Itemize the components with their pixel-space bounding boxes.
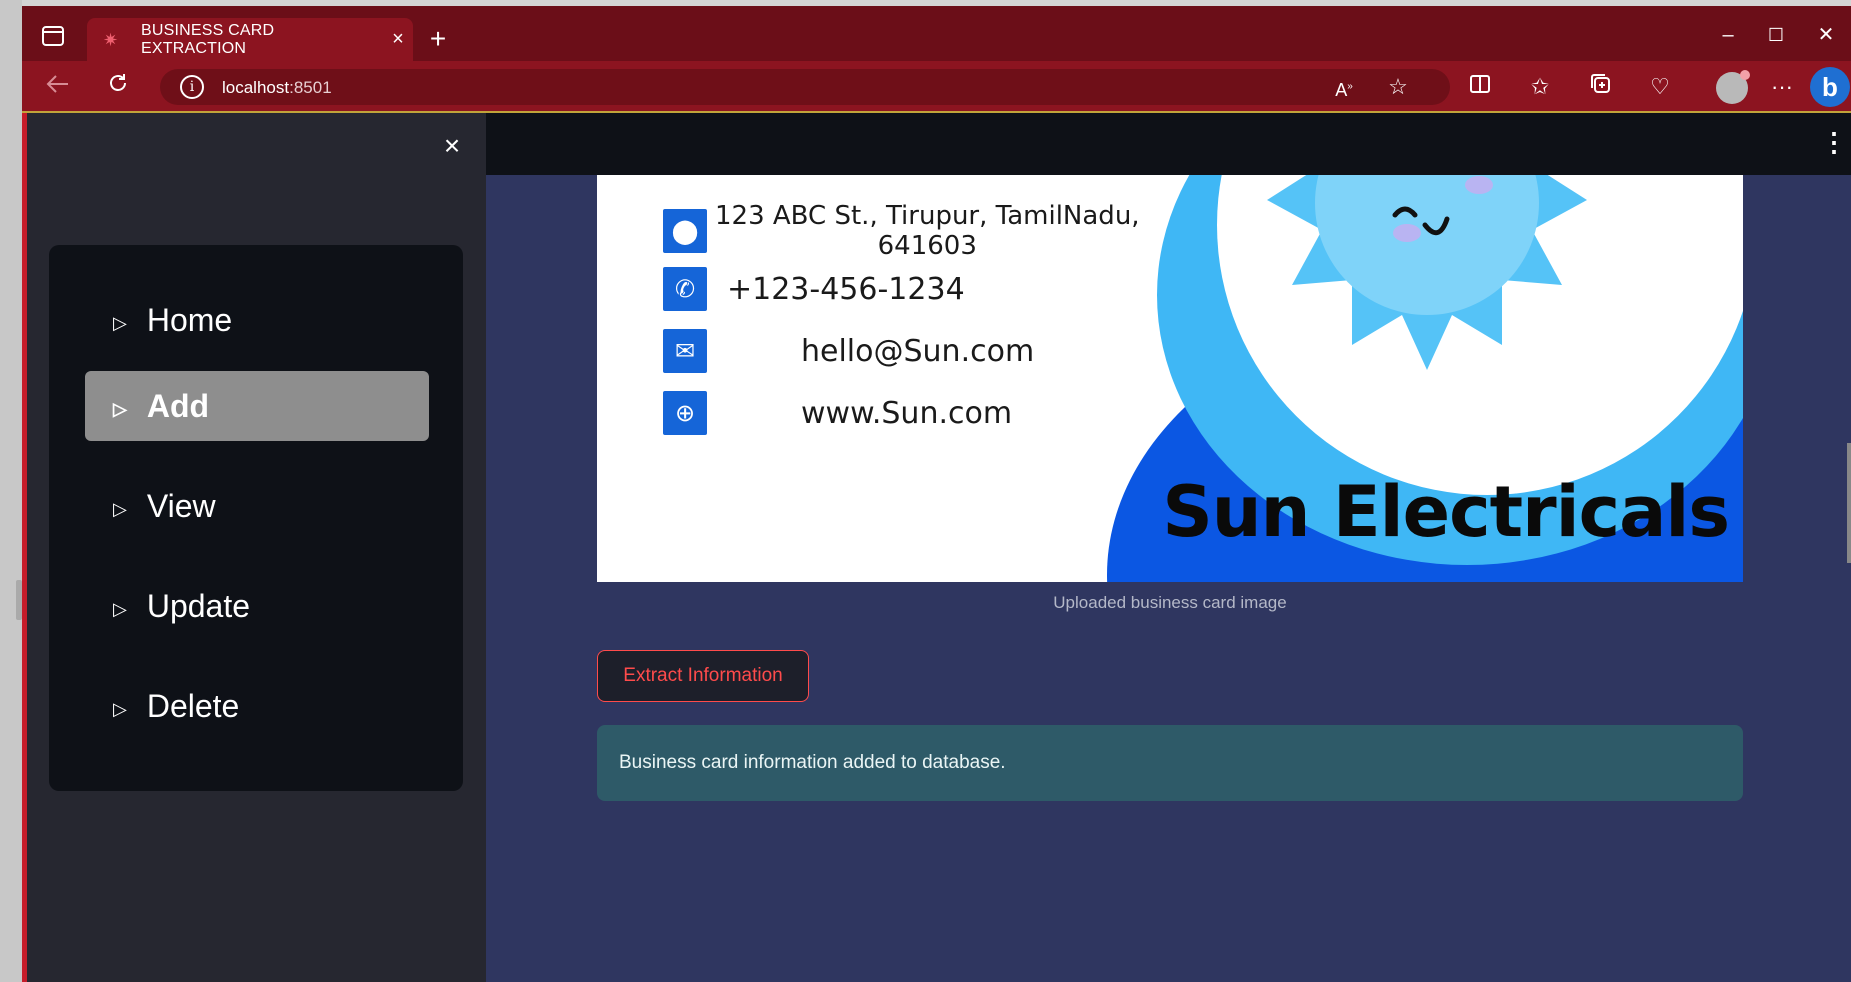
streamlit-app: × ▷ Home ▷ Add ▷ View ▷ Update ▷ Delete …: [22, 113, 1851, 982]
read-aloud-icon[interactable]: A»: [1328, 71, 1360, 103]
favorites-icon[interactable]: ✩: [1524, 71, 1556, 103]
minimize-button[interactable]: –: [1708, 20, 1748, 50]
url-port: :8501: [289, 78, 332, 97]
mail-icon: ✉: [663, 329, 707, 373]
card-phone: +123-456-1234: [727, 271, 965, 307]
menu-item-update[interactable]: ▷ Update: [85, 571, 429, 641]
url-text[interactable]: localhost:8501: [222, 78, 332, 98]
card-address: 123 ABC St., Tirupur, TamilNadu, 641603: [715, 201, 1140, 261]
card-address-line1: 123 ABC St., Tirupur, TamilNadu,: [715, 201, 1140, 231]
play-triangle-icon: ▷: [113, 598, 127, 619]
sidebar: × ▷ Home ▷ Add ▷ View ▷ Update ▷ Delete: [27, 113, 486, 982]
desktop-edge: [0, 0, 22, 982]
play-triangle-icon: ▷: [113, 698, 127, 719]
browser-tab[interactable]: ✷ BUSINESS CARD EXTRACTION ×: [87, 18, 413, 61]
menu-item-delete[interactable]: ▷ Delete: [85, 671, 429, 741]
favorite-star-icon[interactable]: ☆: [1382, 71, 1414, 103]
play-triangle-icon: ▷: [113, 398, 127, 419]
success-alert: Business card information added to datab…: [597, 725, 1743, 801]
url-host: localhost: [222, 78, 290, 97]
location-pin-icon: ⬤: [663, 209, 707, 253]
profile-avatar[interactable]: [1716, 70, 1750, 104]
sidebar-close-icon[interactable]: ×: [437, 131, 467, 161]
menu-item-label: Delete: [146, 687, 240, 724]
site-info-icon[interactable]: i: [180, 75, 204, 99]
more-icon[interactable]: ···: [1766, 71, 1798, 103]
scrollbar[interactable]: [1847, 443, 1851, 563]
menu-item-view[interactable]: ▷ View: [85, 471, 429, 541]
refresh-icon[interactable]: [102, 71, 134, 103]
card-address-row: ⬤ 123 ABC St., Tirupur, TamilNadu, 64160…: [663, 201, 1140, 261]
menu-item-home[interactable]: ▷ Home: [85, 285, 429, 355]
browser-window: ✷ BUSINESS CARD EXTRACTION × + – ☐ ✕ i l…: [0, 0, 1851, 982]
card-phone-row: ✆ +123-456-1234: [663, 267, 965, 311]
play-triangle-icon: ▷: [113, 498, 127, 519]
card-email-row: ✉ hello@Sun.com: [663, 329, 1034, 373]
health-icon[interactable]: ♡: [1644, 71, 1676, 103]
tab-bar: ✷ BUSINESS CARD EXTRACTION × + – ☐ ✕: [22, 6, 1851, 61]
browser-toolbar: i localhost:8501 A» ☆ ✩ ♡ ··· b: [22, 61, 1851, 113]
app-header: ⋮: [486, 113, 1851, 175]
app-favicon-icon: ✷: [103, 29, 119, 50]
extract-information-button[interactable]: Extract Information: [597, 650, 809, 702]
bing-icon[interactable]: b: [1810, 67, 1850, 107]
address-bar[interactable]: i localhost:8501 A» ☆: [160, 69, 1450, 105]
menu-item-label: Home: [146, 301, 233, 338]
menu-item-label: View: [146, 487, 216, 524]
menu-item-label: Update: [146, 587, 251, 624]
back-icon[interactable]: [42, 71, 74, 103]
globe-icon: ⊕: [663, 391, 707, 435]
card-website: www.Sun.com: [801, 395, 1013, 431]
card-address-line2: 641603: [877, 231, 977, 261]
card-company-name: Sun Electricals: [1162, 471, 1730, 553]
sun-mascot-icon: [1267, 175, 1587, 370]
option-menu: ▷ Home ▷ Add ▷ View ▷ Update ▷ Delete: [49, 245, 463, 791]
close-window-button[interactable]: ✕: [1806, 20, 1846, 50]
new-tab-button[interactable]: +: [422, 24, 454, 56]
phone-icon: ✆: [663, 267, 707, 311]
menu-item-add[interactable]: ▷ Add: [85, 371, 429, 441]
collections-icon[interactable]: [1584, 71, 1616, 103]
split-screen-icon[interactable]: [1464, 71, 1496, 103]
tab-title: BUSINESS CARD EXTRACTION: [141, 21, 275, 57]
card-website-row: ⊕ www.Sun.com: [663, 391, 1012, 435]
play-triangle-icon: ▷: [113, 312, 127, 333]
tab-actions-icon[interactable]: [42, 26, 68, 48]
menu-item-label: Add: [146, 387, 210, 424]
maximize-button[interactable]: ☐: [1756, 20, 1796, 50]
business-card-image: ⬤ 123 ABC St., Tirupur, TamilNadu, 64160…: [597, 175, 1743, 582]
image-caption: Uploaded business card image: [1053, 593, 1287, 612]
main-menu-icon[interactable]: ⋮: [1821, 127, 1847, 157]
tab-close-icon[interactable]: ×: [383, 28, 413, 51]
card-email: hello@Sun.com: [801, 333, 1035, 369]
